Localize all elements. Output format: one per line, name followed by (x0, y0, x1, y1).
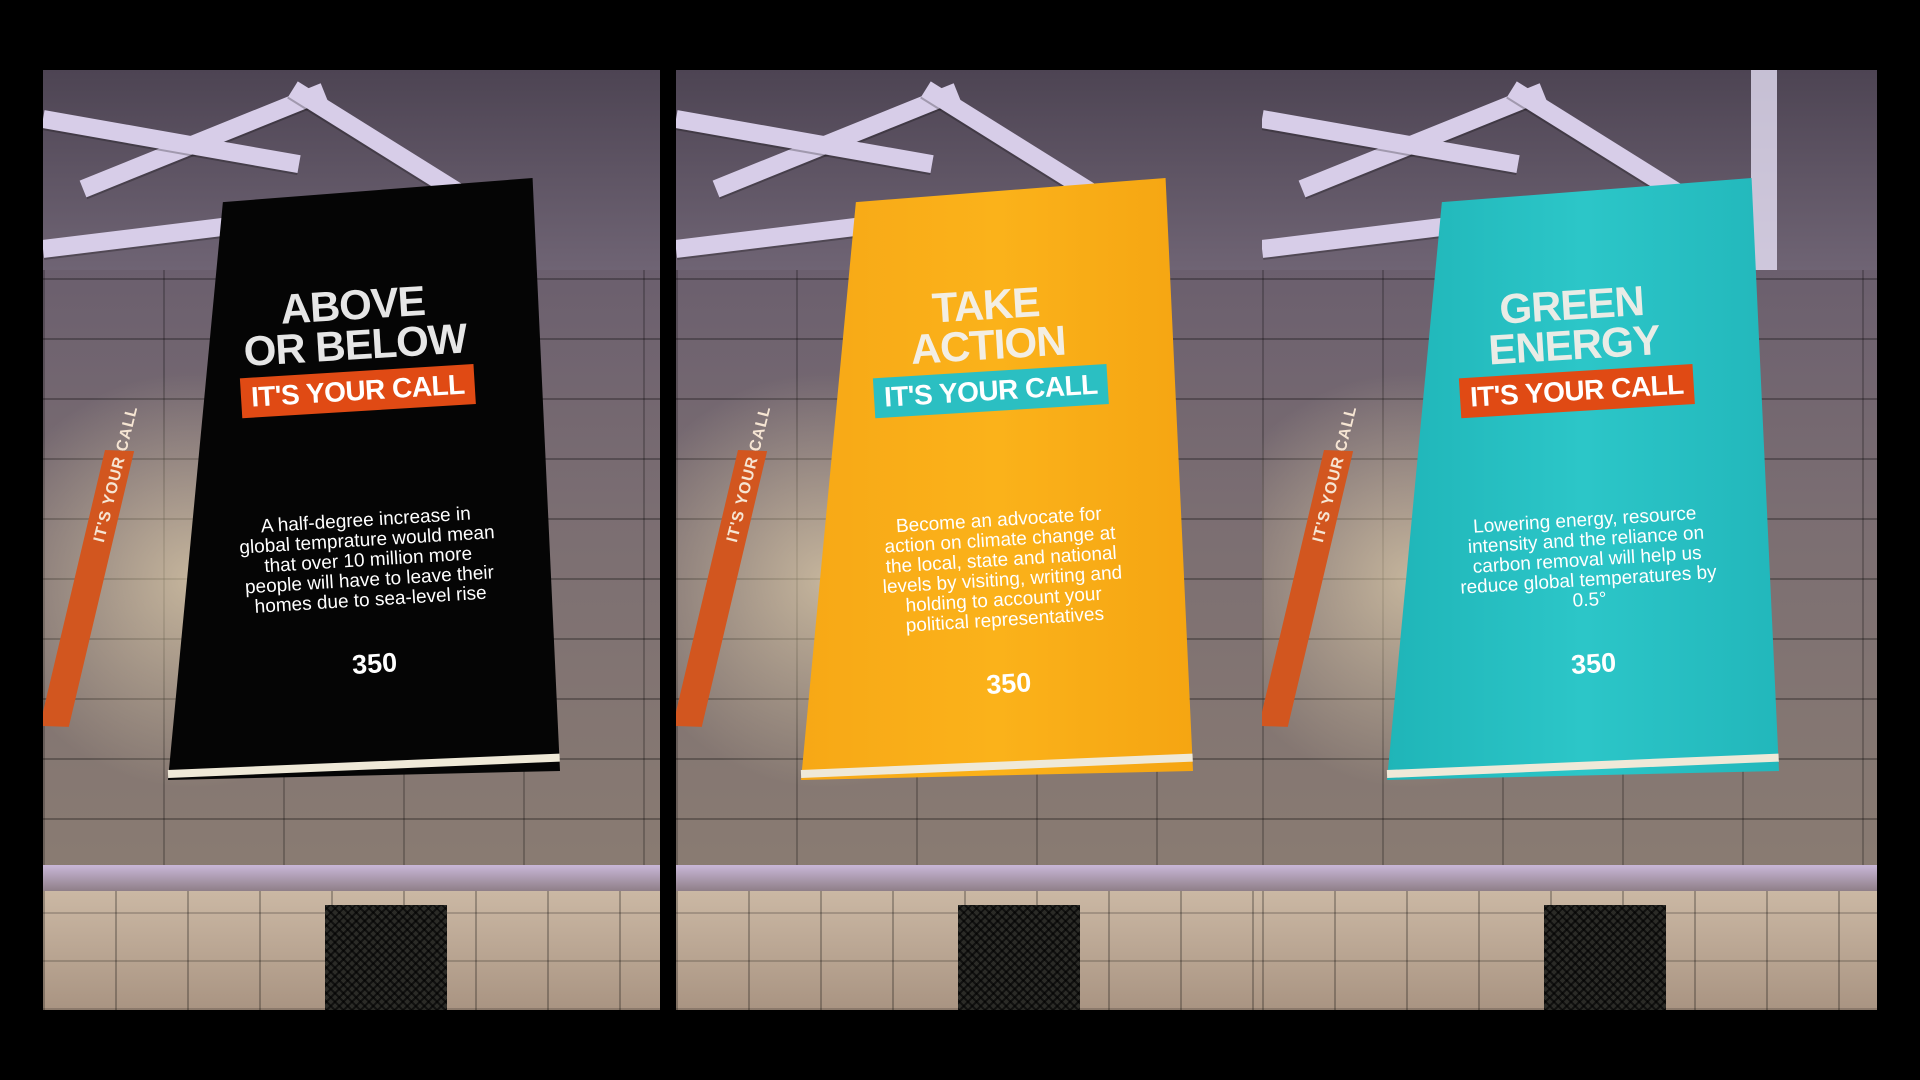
banner-body: Become an advocate for action on climate… (882, 503, 1123, 637)
photo-panel-3: IT'S YOUR CALL GREEN ENERGY IT'S YOUR CA… (1262, 70, 1877, 1010)
banner-body: Lowering energy, resource intensity and … (1459, 503, 1718, 612)
vent-grate (958, 905, 1080, 1010)
stone-ledge (676, 865, 1293, 891)
banner-headline: GREEN ENERGY (1487, 276, 1661, 374)
banner-body: A half-degree increase in global temprat… (238, 503, 496, 618)
vent-grate (325, 905, 447, 1010)
photo-panel-2: IT'S YOUR CALL TAKE ACTION IT'S YOUR CAL… (676, 70, 1293, 1010)
banner-tag: IT'S YOUR CALL (872, 364, 1109, 419)
banner-headline: TAKE ACTION (909, 278, 1067, 373)
logo-350: 350 (1570, 647, 1617, 680)
stone-ledge (1262, 865, 1877, 891)
banner-tag: IT'S YOUR CALL (1458, 364, 1695, 419)
stone-ledge (43, 865, 660, 891)
banner-content: ABOVE OR BELOW IT'S YOUR CALL A half-deg… (183, 215, 543, 734)
banner-headline: ABOVE OR BELOW (242, 276, 468, 376)
logo-350: 350 (351, 647, 398, 680)
logo-350: 350 (985, 667, 1033, 700)
banner-tag: IT'S YOUR CALL (239, 364, 476, 419)
photo-panel-1: IT'S YOUR CALL ABOVE OR BELOW IT'S YOUR … (43, 70, 660, 1010)
banner-content: GREEN ENERGY IT'S YOUR CALL Lowering ene… (1402, 215, 1762, 734)
banner-content: TAKE ACTION IT'S YOUR CALL Become an adv… (816, 215, 1176, 734)
vent-grate (1544, 905, 1666, 1010)
